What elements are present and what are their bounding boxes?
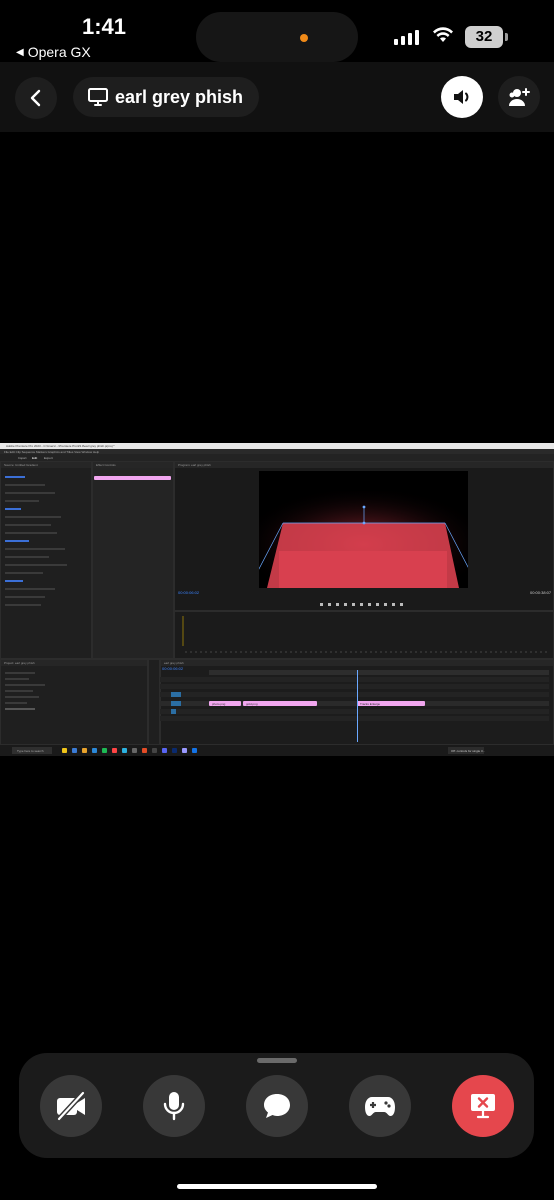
timeline-clip[interactable]: gold.png	[243, 701, 317, 706]
chat-button[interactable]	[246, 1075, 308, 1137]
workspace-tab-export: Export	[44, 456, 53, 460]
workspace-bar: Import Edit Export	[0, 454, 554, 461]
clip-label: photo.png	[212, 702, 226, 706]
source-panel-label: Source: Untitled Gradient	[4, 463, 38, 467]
video-track-3	[160, 677, 549, 682]
chevron-left-icon	[30, 89, 41, 107]
program-canvas	[248, 471, 480, 589]
add-user-icon	[509, 88, 530, 106]
battery-level: 32	[465, 26, 503, 48]
camera-toggle-button[interactable]	[40, 1075, 102, 1137]
timeline-clip[interactable]: Tracks Enlarge	[357, 701, 425, 706]
wifi-icon	[433, 27, 453, 42]
playhead[interactable]	[357, 670, 358, 742]
call-title: earl grey phish	[115, 86, 244, 107]
timeline-clip[interactable]: photo.png	[209, 701, 241, 706]
clip-label: gold.png	[246, 702, 258, 706]
speaker-button[interactable]	[441, 76, 483, 118]
back-app-label: Opera GX	[27, 44, 91, 60]
activities-button[interactable]	[349, 1075, 411, 1137]
call-title-pill[interactable]: earl grey phish	[73, 77, 260, 117]
microphone-toggle-button[interactable]	[143, 1075, 205, 1137]
speaker-icon	[454, 90, 469, 104]
transport-controls[interactable]	[320, 603, 415, 608]
timeline-tab: earl grey phish	[164, 661, 184, 665]
stop-sharing-button[interactable]	[452, 1075, 514, 1137]
audio-track-2	[160, 716, 549, 721]
camera-off-icon	[57, 1091, 85, 1121]
video-track-1	[160, 692, 549, 697]
clip-label: Tracks Enlarge	[360, 702, 381, 706]
project-panel-label: Project: earl grey phish	[4, 661, 35, 665]
battery-indicator: 32	[465, 26, 508, 48]
add-user-button[interactable]	[498, 76, 540, 118]
program-timecode: 00:00:06:02	[178, 590, 200, 595]
back-to-app-link[interactable]: ◀ Opera GX	[16, 44, 91, 60]
workspace-tab-edit: Edit	[32, 456, 38, 460]
effect-controls-timeline: Effect Controls	[92, 461, 174, 659]
audio-track-1	[160, 709, 549, 714]
program-monitor-label: Program: earl grey phish	[178, 463, 211, 467]
gamepad-icon	[365, 1097, 395, 1116]
effect-controls-panel: Source: Untitled Gradient	[0, 461, 92, 659]
home-indicator[interactable]	[177, 1184, 377, 1189]
project-panel: Project: earl grey phish	[0, 659, 148, 745]
taskbar-search-label: Type here to search	[17, 749, 44, 753]
back-button[interactable]	[15, 77, 57, 119]
taskbar-notification[interactable]: Off: controls for single 3...	[448, 747, 486, 754]
app-window-title: Adobe Premiere Pro 2023 - C:\Users\...\P…	[6, 444, 115, 448]
workspace-tab-import: Import	[18, 456, 27, 460]
stop-sharing-icon	[471, 1094, 495, 1119]
effect-controls-tab: Effect Controls	[96, 463, 116, 467]
timeline-timecode: 00:00:06:02	[162, 666, 184, 671]
monitor-icon	[88, 88, 108, 106]
status-time: 1:41	[82, 14, 127, 39]
dynamic-island	[196, 12, 358, 62]
taskbar-notification-text: Off: controls for single 3...	[451, 749, 486, 753]
back-triangle-icon: ◀	[16, 46, 24, 58]
windows-taskbar: Type here to search Off: controls for si…	[0, 745, 554, 756]
program-duration: 00:00:38:07	[530, 590, 552, 595]
audio-meter-strip	[174, 611, 554, 659]
microphone-icon	[163, 1092, 185, 1121]
tools-panel[interactable]	[148, 659, 160, 745]
cellular-signal-icon	[394, 30, 419, 45]
chat-bubble-icon	[264, 1094, 290, 1118]
shared-screen-view[interactable]: Adobe Premiere Pro 2023 - C:\Users\...\P…	[0, 443, 554, 756]
video-track-2	[160, 684, 549, 689]
mic-in-use-indicator	[300, 34, 308, 42]
timeline-ruler[interactable]	[209, 670, 549, 675]
tray-grabber[interactable]	[257, 1058, 297, 1063]
taskbar-search[interactable]: Type here to search	[12, 747, 52, 754]
